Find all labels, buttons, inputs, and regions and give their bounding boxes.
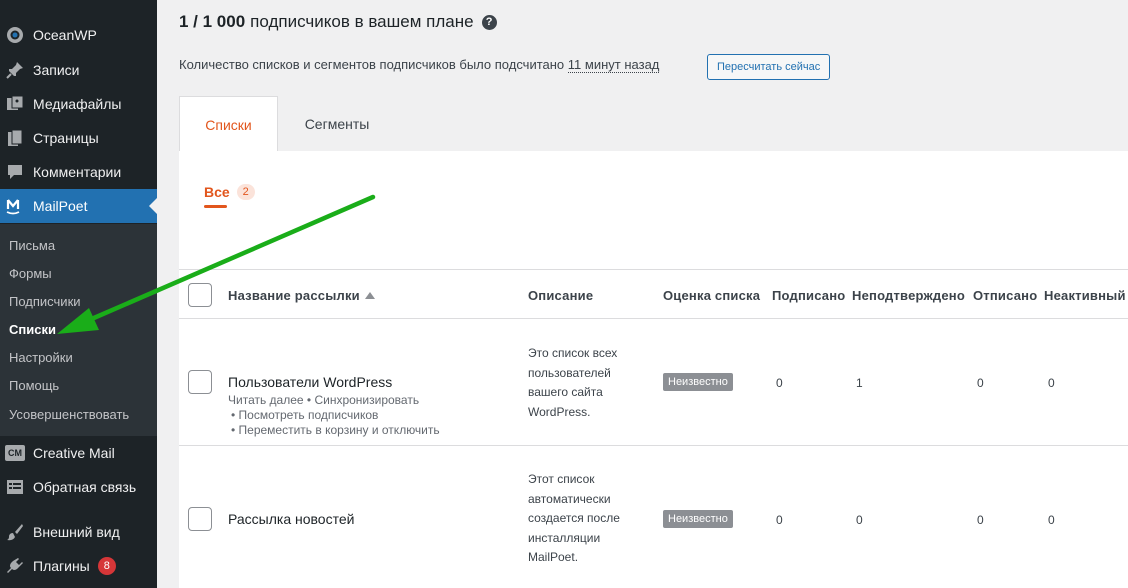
mailpoet-icon <box>5 196 25 216</box>
row-action-trash-disable[interactable]: • Переместить в корзину и отключить <box>228 423 440 438</box>
list-description: Это список всех пользователей вашего сай… <box>528 346 618 419</box>
row-action-view-subscribers[interactable]: • Посмотреть подписчиков <box>228 408 440 423</box>
column-name[interactable]: Название рассылки <box>228 288 375 303</box>
tab-segments[interactable]: Сегменты <box>278 96 396 152</box>
menu-label: Комментарии <box>33 164 122 180</box>
filter-label: Все <box>204 184 230 200</box>
row-checkbox[interactable] <box>188 370 212 394</box>
table-row: Рассылка новостей Этот список автоматиче… <box>179 446 1128 588</box>
unsubscribed-count: 0 <box>977 376 984 390</box>
list-title[interactable]: Рассылка новостей <box>228 511 354 527</box>
menu-item-oceanwp[interactable]: OceanWP <box>0 18 157 52</box>
menu-item-comments[interactable]: Комментарии <box>0 155 157 189</box>
unsubscribed-count: 0 <box>977 513 984 527</box>
oceanwp-icon <box>5 25 25 45</box>
inactive-count: 0 <box>1048 376 1055 390</box>
subscribed-count: 0 <box>776 513 783 527</box>
plugins-update-badge: 8 <box>97 557 116 575</box>
creative-mail-icon: CM <box>5 443 25 463</box>
plan-text: подписчиков в вашем плане <box>250 12 474 31</box>
menu-label: Записи <box>33 62 80 78</box>
feedback-icon <box>5 477 25 497</box>
column-unsubscribed: Отписано <box>973 288 1038 303</box>
submenu-item-emails[interactable]: Письма <box>9 238 55 253</box>
sort-ascending-icon <box>364 292 375 299</box>
main-content: 1 / 1 000 подписчиков в вашем плане ? Ко… <box>157 0 1128 588</box>
filter-all[interactable]: Все 2 <box>204 184 255 200</box>
menu-item-pages[interactable]: Страницы <box>0 121 157 155</box>
recount-time: 11 минут назад <box>567 57 660 73</box>
filter-active-underline <box>204 205 227 208</box>
column-description: Описание <box>528 288 594 303</box>
filter-count-badge: 2 <box>236 184 255 200</box>
submenu-item-help[interactable]: Помощь <box>9 378 59 393</box>
menu-label: Страницы <box>33 130 99 146</box>
menu-label: Creative Mail <box>33 445 115 461</box>
row-action-read-sync[interactable]: Читать далее • Синхронизировать <box>228 393 440 408</box>
menu-label: Внешний вид <box>33 524 120 540</box>
menu-item-media[interactable]: Медиафайлы <box>0 87 157 121</box>
menu-label: OceanWP <box>33 27 97 43</box>
plan-count: 1 / 1 000 <box>179 12 246 31</box>
unconfirmed-count: 1 <box>856 376 863 390</box>
recount-text: Количество списков и сегментов подписчик… <box>179 57 565 72</box>
list-title[interactable]: Пользователи WordPress <box>228 374 392 390</box>
column-unconfirmed: Неподтверждено <box>852 288 965 303</box>
menu-item-creative-mail[interactable]: CM Creative Mail <box>0 436 157 470</box>
inactive-count: 0 <box>1048 513 1055 527</box>
column-inactive: Неактивный <box>1044 288 1126 303</box>
menu-label: Обратная связь <box>33 479 137 495</box>
subscribed-count: 0 <box>776 376 783 390</box>
submenu-item-settings[interactable]: Настройки <box>9 350 73 365</box>
menu-item-mailpoet[interactable]: MailPoet <box>0 189 157 223</box>
plan-usage: 1 / 1 000 подписчиков в вашем плане ? <box>179 12 497 32</box>
pages-icon <box>5 128 25 148</box>
row-checkbox[interactable] <box>188 507 212 531</box>
mailpoet-submenu: Письма Формы Подписчики Списки Настройки… <box>0 224 157 436</box>
list-score-badge: Неизвестно <box>663 373 733 391</box>
menu-label: Плагины <box>33 558 90 574</box>
menu-item-feedback[interactable]: Обратная связь <box>0 470 157 504</box>
unconfirmed-count: 0 <box>856 513 863 527</box>
column-subscribed: Подписано <box>772 288 846 303</box>
brush-icon <box>5 522 25 542</box>
menu-item-plugins[interactable]: Плагины 8 <box>0 549 157 583</box>
list-score-badge: Неизвестно <box>663 510 733 528</box>
recount-info: Количество списков и сегментов подписчик… <box>179 57 660 73</box>
comment-icon <box>5 162 25 182</box>
submenu-item-upgrade[interactable]: Усовершенствовать <box>9 407 129 422</box>
select-all-checkbox[interactable] <box>188 283 212 307</box>
submenu-item-subscribers[interactable]: Подписчики <box>9 294 81 309</box>
submenu-item-lists[interactable]: Списки <box>9 322 56 337</box>
column-score: Оценка списка <box>663 288 761 303</box>
plugin-icon <box>5 556 25 576</box>
admin-sidebar: OceanWP Записи Медиафайлы Страницы Комме… <box>0 0 157 588</box>
row-actions: Читать далее • Синхронизировать • Посмот… <box>228 393 440 438</box>
active-menu-indicator <box>149 198 157 214</box>
pin-icon <box>5 60 25 80</box>
lists-panel: Все 2 Название рассылки Описание Оценка … <box>179 151 1128 588</box>
submenu-item-forms[interactable]: Формы <box>9 266 52 281</box>
menu-label: MailPoet <box>33 198 88 214</box>
menu-item-appearance[interactable]: Внешний вид <box>0 515 157 549</box>
help-icon[interactable]: ? <box>481 14 497 30</box>
table-row: Пользователи WordPress Читать далее • Си… <box>179 319 1128 446</box>
menu-label: Медиафайлы <box>33 96 122 112</box>
menu-item-posts[interactable]: Записи <box>0 53 157 87</box>
table-header: Название рассылки Описание Оценка списка… <box>179 269 1128 319</box>
list-description: Этот список автоматически создается посл… <box>528 472 620 564</box>
media-icon <box>5 94 25 114</box>
recount-now-button[interactable]: Пересчитать сейчас <box>707 54 831 80</box>
tab-lists[interactable]: Списки <box>179 96 278 152</box>
